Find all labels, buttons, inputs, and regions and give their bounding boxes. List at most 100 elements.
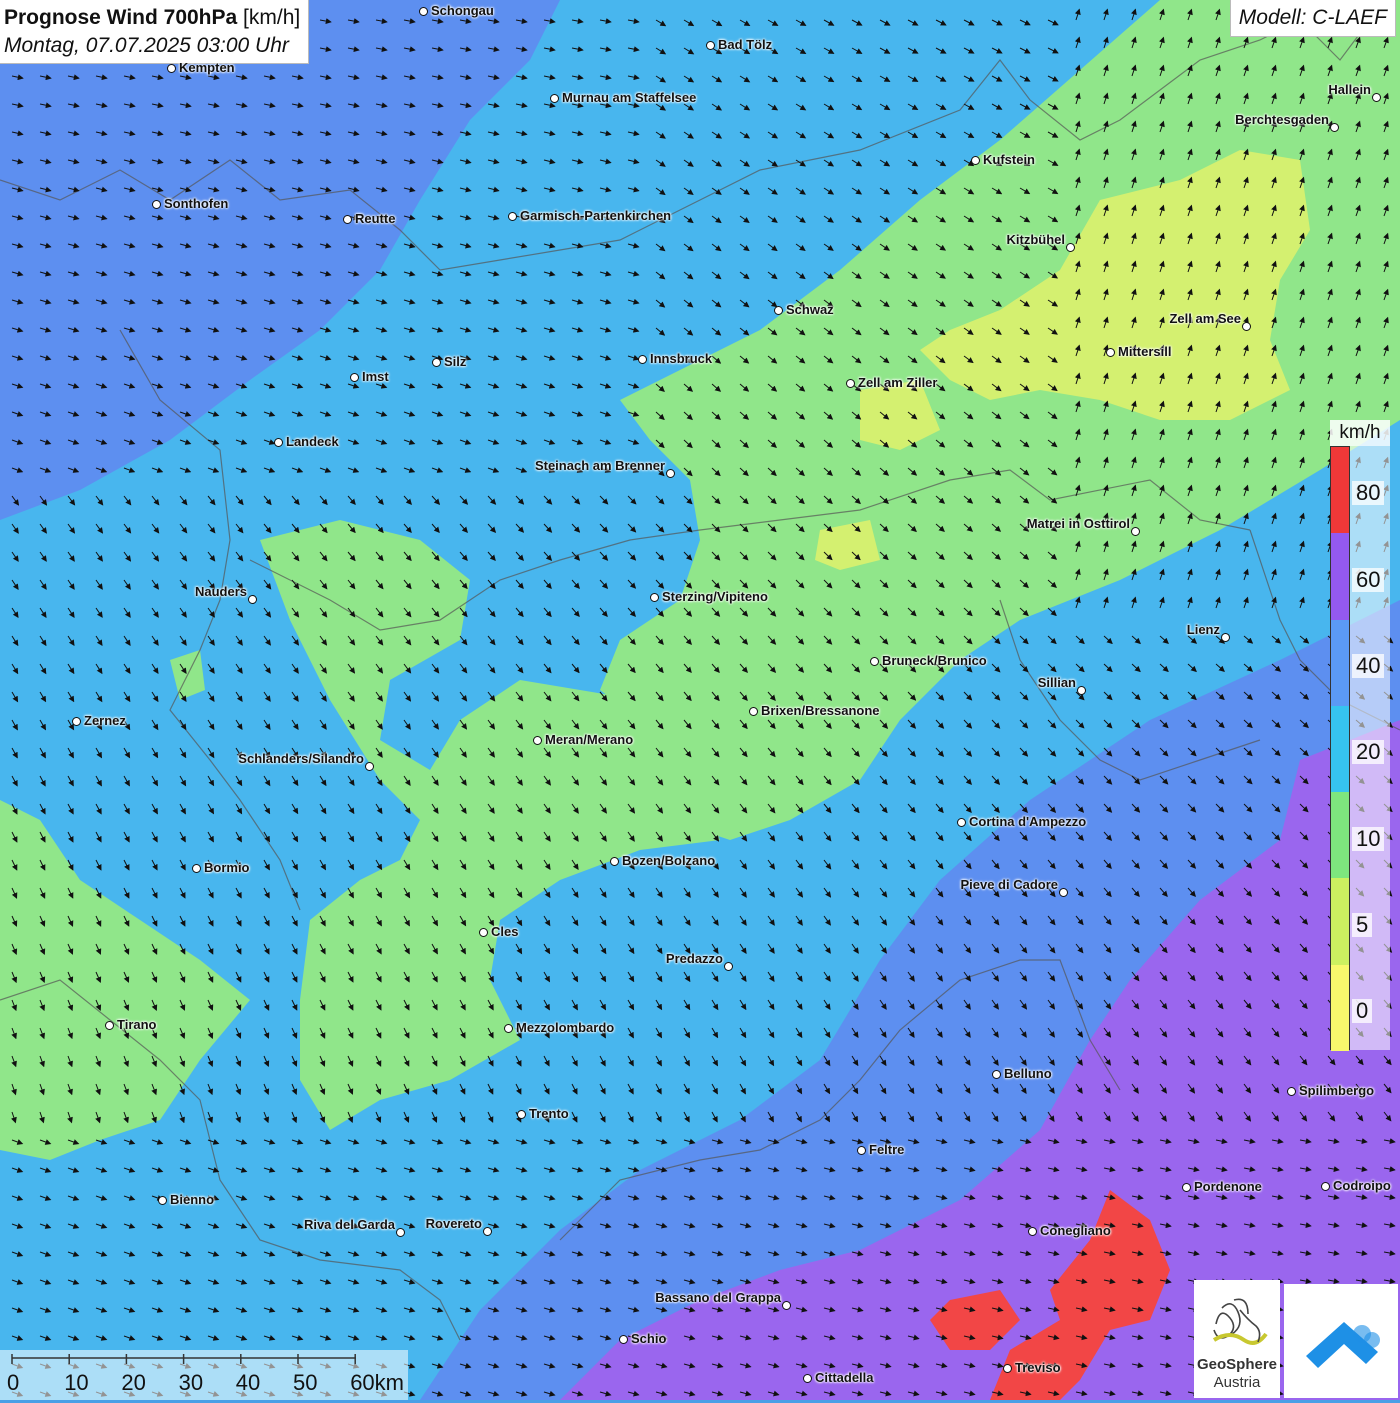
scale-label: 40	[235, 1370, 261, 1395]
city-label: Bormio	[204, 860, 250, 875]
geosphere-logo[interactable]: GeoSphere Austria	[1194, 1280, 1280, 1398]
legend-color-band	[1331, 705, 1349, 793]
city-marker-icon	[610, 857, 619, 866]
city-label: Bad Tölz	[718, 37, 773, 52]
city-marker-icon	[105, 1021, 114, 1030]
city-label: Riva del Garda	[303, 1217, 395, 1232]
city-marker-icon	[650, 593, 659, 602]
city-marker-icon	[365, 762, 374, 771]
city-label: Zell am Ziller	[858, 375, 938, 390]
city-marker-icon	[619, 1335, 628, 1344]
city-label: Kitzbühel	[1006, 232, 1066, 247]
city-marker-icon	[782, 1301, 791, 1310]
title-unit: [km/h]	[243, 6, 301, 29]
city-marker-icon	[1372, 93, 1381, 102]
city-marker-icon	[192, 864, 201, 873]
city-marker-icon	[167, 64, 176, 73]
city-label: Belluno	[1004, 1066, 1052, 1081]
legend-unit: km/h	[1330, 420, 1390, 446]
city-marker-icon	[1077, 686, 1086, 695]
city-label: Zell am See	[1169, 311, 1241, 326]
city-label: Trento	[529, 1106, 569, 1121]
scale-label: 30	[178, 1370, 204, 1395]
city-marker-icon	[1221, 633, 1230, 642]
city-marker-icon	[1059, 888, 1068, 897]
city-label: Hallein	[1328, 82, 1371, 97]
city-marker-icon	[517, 1110, 526, 1119]
city-marker-icon	[533, 736, 542, 745]
city-marker-icon	[432, 358, 441, 367]
city-label: Cortina d'Ampezzo	[969, 814, 1087, 829]
city-marker-icon	[343, 215, 352, 224]
city-marker-icon	[419, 7, 428, 16]
legend-value-label: 0	[1352, 999, 1373, 1024]
city-label: Nauders	[194, 584, 247, 599]
legend-value-label: 5	[1352, 912, 1373, 937]
city-marker-icon	[158, 1196, 167, 1205]
city-marker-icon	[350, 373, 359, 382]
city-marker-icon	[638, 355, 647, 364]
city-label: Zernez	[84, 713, 126, 728]
city-label: Feltre	[869, 1142, 905, 1157]
city-marker-icon	[1287, 1087, 1296, 1096]
city-marker-icon	[1242, 322, 1251, 331]
city-label: Cittadella	[815, 1370, 874, 1385]
geosphere-country: Austria	[1213, 1374, 1261, 1391]
city-label: Cles	[491, 924, 519, 939]
city-label: Silz	[444, 354, 467, 369]
city-label: Berchtesgaden	[1235, 112, 1329, 127]
page-title: Prognose Wind 700hPa [km/h]	[4, 4, 300, 32]
legend-color-band	[1331, 447, 1349, 534]
city-marker-icon	[1066, 243, 1075, 252]
city-marker-icon	[749, 707, 758, 716]
city-marker-icon	[479, 928, 488, 937]
city-label: Schlanders/Silandro	[238, 751, 364, 766]
city-marker-icon	[666, 469, 675, 478]
title-box: Prognose Wind 700hPa [km/h] Montag, 07.0…	[0, 0, 310, 64]
legend-color-band	[1331, 533, 1349, 620]
city-label: Sillian	[1037, 675, 1076, 690]
city-label: Schio	[631, 1331, 667, 1346]
weather-app-logo[interactable]	[1284, 1284, 1398, 1398]
city-marker-icon	[1321, 1182, 1330, 1191]
city-marker-icon	[248, 595, 257, 604]
city-label: Pordenone	[1194, 1179, 1262, 1194]
forecast-time: Montag, 07.07.2025 03:00 Uhr	[4, 34, 289, 57]
color-legend: 80 60 40 20 10 5 0	[1330, 446, 1390, 1051]
city-label: Murnau am Staffelsee	[562, 90, 697, 105]
city-marker-icon	[1106, 348, 1115, 357]
city-label: Steinach am Brenner	[534, 458, 665, 473]
scale-label: 0	[7, 1370, 20, 1395]
city-marker-icon	[971, 156, 980, 165]
scale-ticks	[11, 1354, 356, 1364]
city-marker-icon	[72, 717, 81, 726]
city-marker-icon	[1182, 1183, 1191, 1192]
city-label: Kufstein	[983, 152, 1035, 167]
city-label: Imst	[362, 369, 389, 384]
city-marker-icon	[706, 41, 715, 50]
city-marker-icon	[152, 200, 161, 209]
city-label: Lienz	[1186, 622, 1220, 637]
legend-color-band	[1331, 964, 1349, 1051]
city-label: Reutte	[355, 211, 396, 226]
scale-label: 60km	[350, 1370, 404, 1395]
legend-color-band	[1331, 792, 1349, 879]
city-label: Kempten	[179, 60, 235, 75]
city-marker-icon	[1003, 1364, 1012, 1373]
city-marker-icon	[396, 1228, 405, 1237]
scale-label: 50	[293, 1370, 318, 1395]
city-marker-icon	[508, 212, 517, 221]
city-marker-icon	[846, 379, 855, 388]
legend-bar	[1330, 446, 1350, 1051]
city-label: Garmisch-Partenkirchen	[520, 208, 672, 223]
city-label: Bassano del Grappa	[655, 1290, 781, 1305]
city-marker-icon	[504, 1024, 513, 1033]
city-label: Brixen/Bressanone	[761, 703, 880, 718]
city-marker-icon	[1028, 1227, 1037, 1236]
legend-value-label: 40	[1352, 654, 1385, 679]
city-marker-icon	[857, 1146, 866, 1155]
city-label: Bruneck/Brunico	[882, 653, 987, 668]
city-label: Sonthofen	[164, 196, 229, 211]
city-marker-icon	[550, 94, 559, 103]
city-marker-icon	[1131, 527, 1140, 536]
